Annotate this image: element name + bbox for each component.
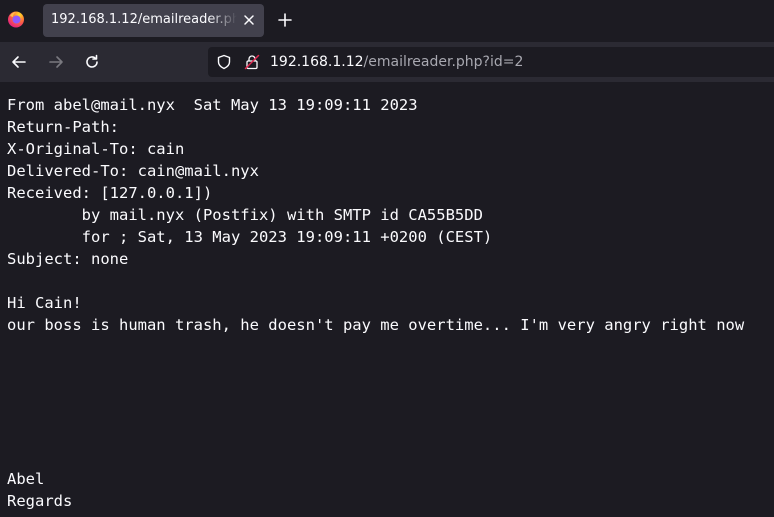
email-line: Return-Path:: [7, 118, 119, 136]
tab-strip: 192.168.1.12/emailreader.php?id=2: [0, 0, 774, 42]
email-line: Received: [127.0.0.1]): [7, 184, 213, 202]
reload-icon[interactable]: [83, 53, 101, 71]
email-line: From abel@mail.nyx Sat May 13 19:09:11 2…: [7, 96, 418, 114]
tracking-protection-shield-icon[interactable]: [216, 54, 232, 70]
email-line: [7, 446, 744, 468]
close-icon[interactable]: [242, 13, 256, 27]
email-line: Delivered-To: cain@mail.nyx: [7, 162, 259, 180]
tab-active[interactable]: 192.168.1.12/emailreader.php?id=2: [43, 4, 264, 37]
firefox-logo-icon[interactable]: [7, 10, 25, 28]
email-body: From abel@mail.nyx Sat May 13 19:09:11 2…: [7, 94, 744, 512]
email-line: Abel: [7, 470, 45, 488]
email-line: [7, 380, 744, 402]
url-text[interactable]: 192.168.1.12/emailreader.php?id=2: [270, 54, 523, 70]
email-line: Subject: none: [7, 250, 129, 268]
url-bar[interactable]: 192.168.1.12/emailreader.php?id=2: [208, 47, 774, 77]
tab-title: 192.168.1.12/emailreader.php?id=2: [51, 12, 237, 27]
email-line: Regards: [7, 492, 73, 510]
email-line: [7, 402, 744, 424]
email-line: [7, 336, 744, 358]
navigation-toolbar: 192.168.1.12/emailreader.php?id=2: [0, 42, 774, 82]
insecure-lock-icon[interactable]: [244, 54, 260, 70]
page-content: From abel@mail.nyx Sat May 13 19:09:11 2…: [0, 82, 774, 517]
email-line: [7, 270, 744, 292]
forward-arrow-icon[interactable]: [47, 53, 65, 71]
email-line: for ; Sat, 13 May 2023 19:09:11 +0200 (C…: [7, 228, 493, 246]
email-line: Hi Cain!: [7, 294, 82, 312]
back-arrow-icon[interactable]: [10, 53, 28, 71]
url-path: /emailreader.php?id=2: [363, 54, 524, 70]
email-line: by mail.nyx (Postfix) with SMTP id CA55B…: [7, 206, 483, 224]
email-line: X-Original-To: cain: [7, 140, 185, 158]
new-tab-plus-icon[interactable]: [277, 12, 293, 28]
url-host: 192.168.1.12: [270, 54, 364, 70]
email-line: [7, 358, 744, 380]
email-line: our boss is human trash, he doesn't pay …: [7, 316, 745, 334]
email-line: [7, 424, 744, 446]
